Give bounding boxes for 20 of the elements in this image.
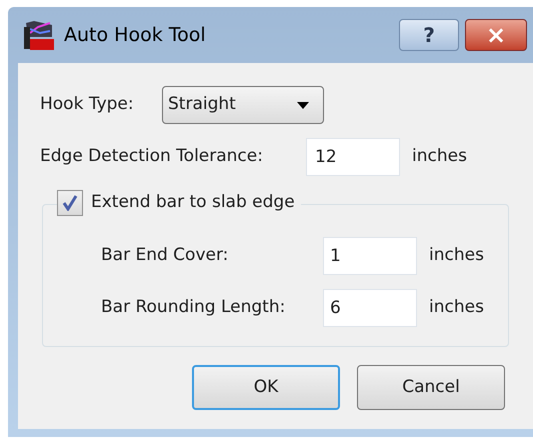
field-label: Bar Rounding Length: <box>101 296 286 320</box>
cancel-button[interactable]: Cancel <box>357 365 505 410</box>
unit-label: inches <box>429 296 484 320</box>
window-title: Auto Hook Tool <box>64 22 206 48</box>
help-button[interactable]: ? <box>399 19 459 51</box>
checkbox-label: Extend bar to slab edge <box>91 191 295 214</box>
checkmark-icon <box>62 195 78 211</box>
app-icon <box>22 19 56 51</box>
hook-type-dropdown[interactable]: Straight <box>162 86 324 124</box>
field-label: Hook Type: <box>40 93 135 116</box>
dropdown-arrow-icon <box>297 102 309 108</box>
field-label: Bar End Cover: <box>101 244 230 268</box>
unit-label: inches <box>429 244 484 268</box>
extend-checkbox[interactable] <box>57 190 83 216</box>
ok-button[interactable]: OK <box>192 365 340 410</box>
tolerance-field[interactable]: 12 <box>306 138 400 176</box>
unit-label: inches <box>412 145 467 168</box>
field-label: Edge Detection Tolerance: <box>40 145 264 168</box>
value-field[interactable]: 1 <box>323 237 417 275</box>
value-field[interactable]: 6 <box>323 289 417 327</box>
